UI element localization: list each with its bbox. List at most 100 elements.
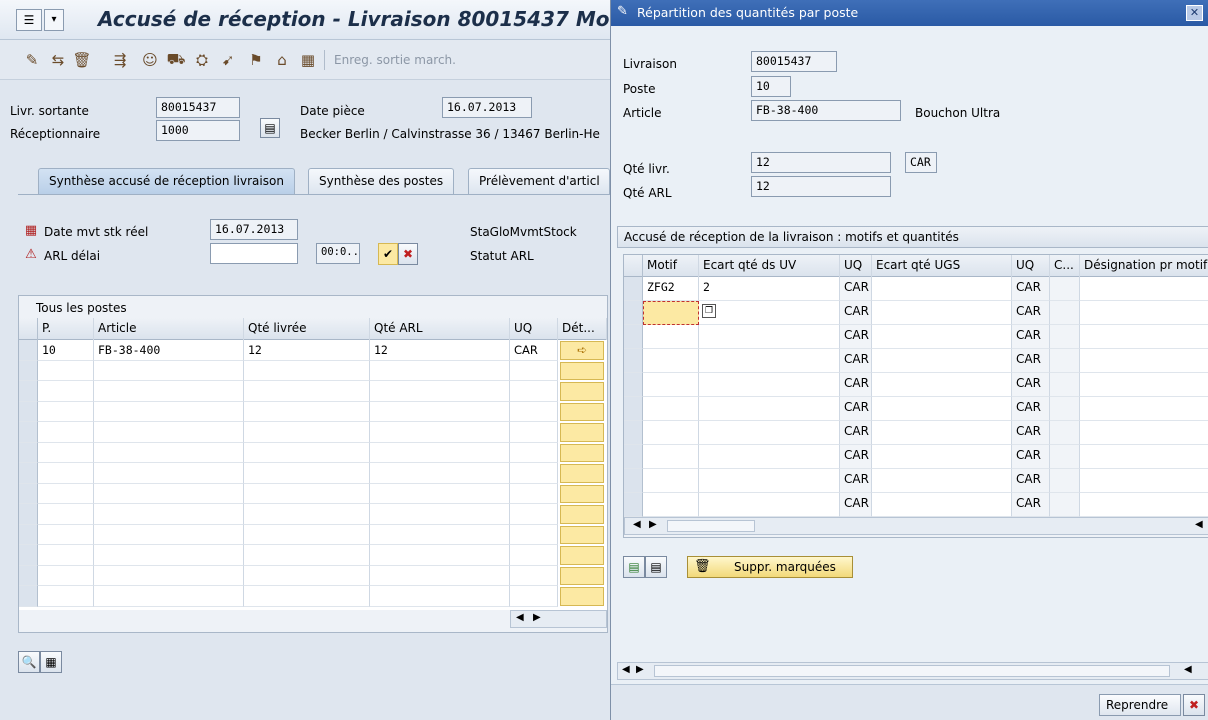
cell-ecart-uv[interactable]: 2 (699, 277, 840, 301)
col-p[interactable]: P. (38, 318, 94, 340)
cell-ecart-uv[interactable] (699, 325, 840, 349)
detail-button[interactable] (560, 382, 604, 401)
detail-button[interactable] (560, 525, 604, 544)
col-ecart-uv[interactable]: Ecart qté ds UV (699, 255, 840, 277)
detail-button[interactable] (560, 587, 604, 606)
row-selector[interactable] (624, 277, 643, 301)
cancel-icon[interactable]: ✖ (1183, 694, 1205, 716)
post-goods-issue-label[interactable]: Enreg. sortie march. (334, 53, 456, 67)
scroll-right-icon[interactable]: ▶ (636, 664, 644, 675)
detail-button[interactable] (560, 464, 604, 483)
truck-icon[interactable]: ⛟ (166, 50, 186, 70)
row-selector[interactable] (19, 463, 38, 484)
cell-motif[interactable] (643, 349, 699, 373)
stock-icon[interactable]: ⚑ (246, 50, 266, 70)
dialog-scrollbar[interactable]: ◀ ▶ ◀ (617, 662, 1208, 680)
row-selector[interactable] (624, 325, 643, 349)
detail-button[interactable] (560, 361, 604, 380)
col-uq[interactable]: UQ (510, 318, 558, 340)
row-selector[interactable] (19, 381, 38, 402)
col-designation[interactable]: Désignation pr motif (1080, 255, 1208, 277)
cell-motif[interactable] (643, 469, 699, 493)
row-selector[interactable] (624, 469, 643, 493)
detail-button[interactable] (560, 566, 604, 585)
display-change-icon[interactable]: ⇆ (48, 50, 68, 70)
cell-motif[interactable] (643, 421, 699, 445)
value-help-icon[interactable]: ❐ (702, 304, 716, 318)
picking-icon[interactable]: ➹ (218, 50, 238, 70)
select-all-cell[interactable] (19, 318, 38, 340)
cell-ecart-uv[interactable] (699, 373, 840, 397)
cell-ecart-uv[interactable] (699, 421, 840, 445)
col-detail[interactable]: Dét... (558, 318, 607, 340)
cell-ecart-uv[interactable] (699, 301, 840, 325)
col-ecart-ugs[interactable]: Ecart qté UGS (872, 255, 1012, 277)
scroll-right-end-icon[interactable]: ◀ (1184, 664, 1192, 675)
col-article[interactable]: Article (94, 318, 244, 340)
confirm-arl-icon[interactable]: ✔ (378, 243, 398, 265)
scroll-right-end-icon[interactable]: ◀ (1195, 519, 1203, 530)
cell-ecart-uv[interactable] (699, 445, 840, 469)
delete-marked-button[interactable]: 🗑 Suppr. marquées (687, 556, 853, 578)
grid-icon[interactable]: ▦ (298, 50, 318, 70)
scroll-left-icon[interactable]: ◀ (516, 612, 524, 623)
detail-icon[interactable]: ▦ (40, 651, 62, 673)
date-mvt-field[interactable]: 16.07.2013 (210, 219, 298, 240)
cell-ecart-ugs[interactable] (872, 277, 1012, 301)
cell-ecart-uv[interactable] (699, 469, 840, 493)
cell-ecart-ugs[interactable] (872, 397, 1012, 421)
row-selector[interactable] (19, 504, 38, 525)
arl-delai-time-field[interactable]: 00:0.. (316, 243, 360, 264)
scroll-left-icon[interactable]: ◀ (633, 519, 641, 530)
post-goods-icon[interactable]: ⇶ (110, 50, 130, 70)
livraison-field[interactable]: 80015437 (751, 51, 837, 72)
article-field[interactable]: FB-38-400 (751, 100, 901, 121)
scroll-thumb[interactable] (667, 520, 755, 532)
cell-ecart-ugs[interactable] (872, 469, 1012, 493)
close-icon[interactable]: ✕ (1186, 5, 1203, 21)
tab-synthese-postes[interactable]: Synthèse des postes (308, 168, 455, 194)
detail-button[interactable] (560, 484, 604, 503)
livr-sortante-field[interactable]: 80015437 (156, 97, 240, 118)
search-icon[interactable]: 🔍 (18, 651, 40, 673)
reprendre-button[interactable]: Reprendre (1099, 694, 1181, 716)
row-selector[interactable] (624, 421, 643, 445)
edit-icon[interactable]: ✎ (22, 50, 42, 70)
qte-arl-field[interactable]: 12 (751, 176, 891, 197)
shipment-icon[interactable]: ⛭ (192, 50, 212, 70)
select-all-cell[interactable] (624, 255, 643, 277)
cancel-arl-icon[interactable]: ✖ (398, 243, 418, 265)
row-selector[interactable] (624, 349, 643, 373)
row-selector[interactable] (19, 483, 38, 504)
cell-ecart-ugs[interactable] (872, 493, 1012, 517)
row-selector[interactable] (19, 524, 38, 545)
detail-button[interactable] (560, 423, 604, 442)
row-selector[interactable] (19, 422, 38, 443)
detail-button[interactable]: ➪ (560, 341, 604, 360)
receptionnaire-field[interactable]: 1000 (156, 120, 240, 141)
scroll-right-icon[interactable]: ▶ (533, 612, 541, 623)
row-selector[interactable] (19, 565, 38, 586)
cell-motif[interactable] (643, 373, 699, 397)
row-selector[interactable] (19, 360, 38, 381)
motifs-grid-scrollbar[interactable]: ◀ ▶ ◀ (624, 517, 1208, 535)
row-selector[interactable] (19, 586, 38, 607)
postes-grid-scrollbar[interactable]: ◀ ▶ (510, 610, 607, 628)
trash-icon[interactable]: 🗑 (72, 50, 92, 70)
deselect-all-icon[interactable]: ▤ (645, 556, 667, 578)
col-qte-livree[interactable]: Qté livrée (244, 318, 370, 340)
row-selector[interactable] (19, 545, 38, 566)
cell-ecart-ugs[interactable] (872, 373, 1012, 397)
cell-motif[interactable] (643, 325, 699, 349)
cell-ecart-uv[interactable] (699, 397, 840, 421)
row-selector[interactable] (624, 397, 643, 421)
tab-prelevement[interactable]: Prélèvement d'articl (468, 168, 610, 194)
scroll-left-icon[interactable]: ◀ (622, 664, 630, 675)
detail-button[interactable] (560, 443, 604, 462)
menu-icon[interactable]: ☰ (16, 9, 42, 31)
date-piece-field[interactable]: 16.07.2013 (442, 97, 532, 118)
cell-ecart-uv[interactable] (699, 349, 840, 373)
col-uq[interactable]: UQ (840, 255, 872, 277)
cell-ecart-ugs[interactable] (872, 325, 1012, 349)
select-all-icon[interactable]: ▤ (623, 556, 645, 578)
